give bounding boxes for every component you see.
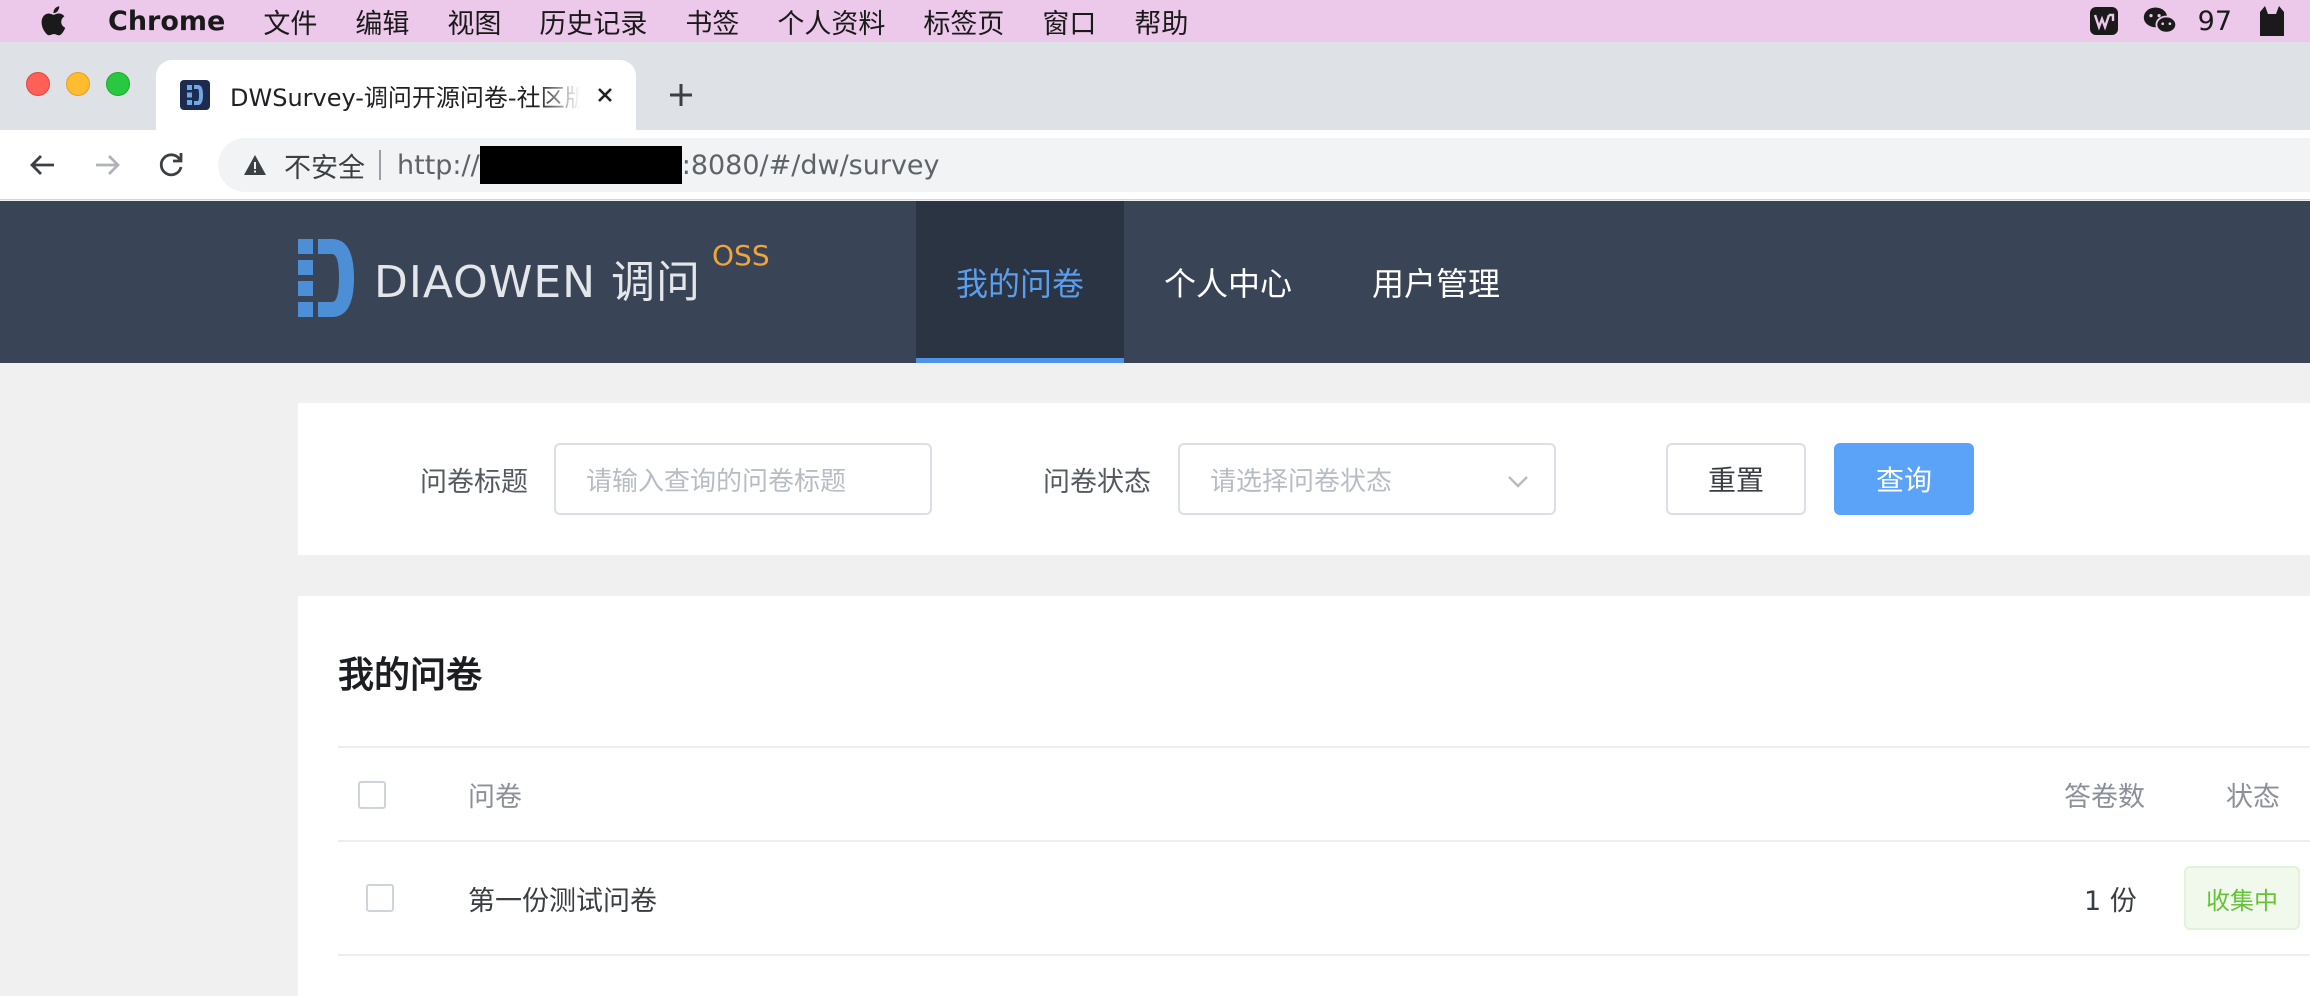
- cat-icon[interactable]: [2254, 4, 2290, 38]
- menu-edit[interactable]: 编辑: [355, 2, 409, 41]
- wechat-icon[interactable]: [2142, 4, 2178, 38]
- menu-help[interactable]: 帮助: [1134, 2, 1188, 41]
- survey-title-placeholder: 请输入查询的问卷标题: [586, 466, 847, 497]
- tab-close-icon[interactable]: [590, 80, 620, 110]
- wps-icon[interactable]: [2086, 4, 2122, 38]
- logo-text: DIAOWEN 调问: [374, 257, 702, 308]
- survey-title-label: 问卷标题: [420, 466, 528, 498]
- nav-personal-center[interactable]: 个人中心: [1124, 201, 1332, 363]
- redacted-host: [479, 146, 682, 184]
- browser-tabstrip: DWSurvey-调问开源问卷-社区版: [0, 42, 2310, 130]
- survey-status-placeholder: 请选择问卷状态: [1210, 466, 1393, 497]
- menu-profiles[interactable]: 个人资料: [777, 2, 885, 41]
- chevron-down-icon: [1508, 476, 1528, 488]
- tray-count: 97: [2197, 5, 2232, 37]
- answer-count: 1 份: [2084, 885, 2137, 917]
- survey-list-panel: 我的问卷 问卷 答卷数 状态 第一份测试问卷 1 份 收集中: [298, 596, 2310, 996]
- new-tab-icon[interactable]: [664, 78, 698, 112]
- search-panel: 问卷标题 请输入查询的问卷标题 问卷状态 请选择问卷状态 重置 查询: [298, 403, 2310, 555]
- macos-menubar: Chrome 文件 编辑 视图 历史记录 书签 个人资料 标签页 窗口 帮助 9…: [0, 0, 2310, 42]
- table-header: 问卷 答卷数 状态: [338, 746, 2310, 842]
- window-close-button[interactable]: [26, 72, 50, 96]
- row-checkbox[interactable]: [366, 884, 394, 912]
- menubar-tray: 97: [2086, 0, 2310, 42]
- back-arrow-icon[interactable]: [24, 146, 62, 184]
- query-button[interactable]: 查询: [1834, 443, 1974, 515]
- apple-icon[interactable]: [38, 4, 72, 38]
- main-nav: 我的问卷 个人中心 用户管理: [916, 201, 1540, 363]
- omnibox-separator: [379, 150, 381, 180]
- logo-badge: OSS: [712, 239, 770, 272]
- menu-file[interactable]: 文件: [263, 2, 317, 41]
- status-badge: 收集中: [2184, 866, 2300, 930]
- address-bar[interactable]: 不安全 http:// :8080/#/dw/survey: [218, 138, 2310, 192]
- browser-tab-active[interactable]: DWSurvey-调问开源问卷-社区版: [156, 60, 636, 130]
- menubar-app-name[interactable]: Chrome: [108, 6, 225, 37]
- menu-history[interactable]: 历史记录: [539, 2, 647, 41]
- menu-view[interactable]: 视图: [447, 2, 501, 41]
- url-prefix: http://: [397, 149, 480, 181]
- menu-window[interactable]: 窗口: [1042, 2, 1096, 41]
- column-survey: 问卷: [468, 781, 522, 813]
- tab-title: DWSurvey-调问开源问卷-社区版: [230, 83, 580, 112]
- survey-status-select[interactable]: 请选择问卷状态: [1178, 443, 1556, 515]
- column-answers: 答卷数: [2064, 781, 2145, 813]
- warning-triangle-icon[interactable]: [240, 150, 270, 180]
- nav-user-management[interactable]: 用户管理: [1332, 201, 1540, 363]
- url-suffix: :8080/#/dw/survey: [681, 149, 940, 181]
- browser-toolbar: 不安全 http:// :8080/#/dw/survey: [0, 130, 2310, 200]
- list-title: 我的问卷: [338, 655, 483, 696]
- site-header: DIAOWEN 调问 OSS 我的问卷 个人中心 用户管理: [0, 201, 2310, 363]
- column-status: 状态: [2226, 781, 2280, 813]
- menu-tab[interactable]: 标签页: [923, 2, 1004, 41]
- window-zoom-button[interactable]: [106, 72, 130, 96]
- select-all-checkbox[interactable]: [358, 781, 386, 809]
- nav-my-surveys[interactable]: 我的问卷: [916, 201, 1125, 363]
- reload-icon[interactable]: [152, 146, 190, 184]
- survey-status-label: 问卷状态: [1043, 466, 1151, 498]
- survey-name[interactable]: 第一份测试问卷: [468, 842, 657, 954]
- survey-table: 问卷 答卷数 状态 第一份测试问卷 1 份 收集中: [338, 746, 2310, 956]
- menu-bookmarks[interactable]: 书签: [685, 2, 739, 41]
- forward-arrow-icon[interactable]: [88, 146, 126, 184]
- table-row[interactable]: 第一份测试问卷 1 份 收集中: [338, 842, 2310, 956]
- site-favicon-icon: [180, 80, 210, 110]
- logo-mark-icon: [298, 239, 354, 317]
- survey-title-input[interactable]: 请输入查询的问卷标题: [554, 443, 932, 515]
- reset-button[interactable]: 重置: [1666, 443, 1806, 515]
- site-logo[interactable]: DIAOWEN 调问 OSS: [298, 239, 770, 317]
- security-label[interactable]: 不安全: [284, 146, 365, 185]
- window-minimize-button[interactable]: [66, 72, 90, 96]
